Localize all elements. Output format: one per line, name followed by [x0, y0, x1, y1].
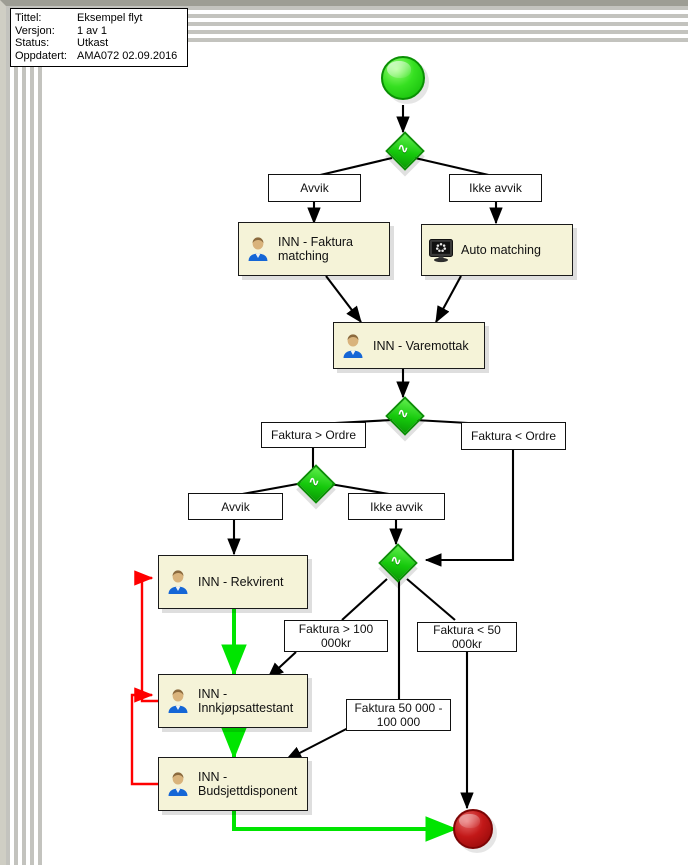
cond-avvik-2[interactable]: Avvik [188, 493, 283, 520]
end-event[interactable] [453, 809, 493, 849]
cond-faktura-storre-ordre[interactable]: Faktura > Ordre [261, 422, 366, 448]
info-value: Eksempel flyt [77, 12, 143, 24]
info-value: AMA072 02.09.2016 [77, 49, 178, 62]
user-icon [165, 569, 191, 595]
monitor-icon [428, 237, 454, 263]
cond-faktura-over-100k[interactable]: Faktura > 100 000kr [284, 620, 388, 652]
cond-label: Ikke avvik [469, 181, 522, 195]
diagram-canvas[interactable]: Tittel: Eksempel flyt Versjon: 1 av 1 St… [0, 0, 688, 865]
user-icon [165, 771, 191, 797]
gateway-glyph: ∿ [308, 474, 320, 490]
task-label: INN - Faktura matching [278, 235, 354, 263]
task-auto-matching[interactable]: Auto matching [421, 224, 573, 276]
info-key: Versjon: [15, 24, 55, 37]
cond-label: Faktura 50 000 - 100 000 [354, 701, 443, 729]
cond-label: Faktura > 100 000kr [298, 622, 374, 650]
gateway-3[interactable]: ∿ [296, 464, 336, 504]
task-innkjopsattestant[interactable]: INN - Innkjøpsattestant [158, 674, 308, 728]
cond-label: Ikke avvik [370, 499, 423, 514]
task-label: INN - Rekvirent [198, 575, 284, 589]
gateway-2[interactable]: ∿ [385, 396, 425, 436]
cond-faktura-50-100k[interactable]: Faktura 50 000 - 100 000 [346, 699, 451, 731]
task-label: Auto matching [461, 243, 541, 257]
info-value: 1 av 1 [77, 24, 107, 37]
cond-ikke-avvik-2[interactable]: Ikke avvik [348, 493, 445, 520]
cond-label: Faktura > Ordre [270, 428, 357, 442]
gateway-glyph: ∿ [397, 406, 409, 422]
gateway-4[interactable]: ∿ [378, 543, 418, 583]
cond-faktura-under-50k[interactable]: Faktura < 50 000kr [417, 622, 517, 652]
task-label: INN - Budsjettdisponent [198, 770, 298, 798]
cond-label: Avvik [221, 499, 250, 514]
info-key: Status: [15, 37, 50, 49]
cond-faktura-mindre-ordre[interactable]: Faktura < Ordre [461, 422, 566, 450]
cond-label: Faktura < 50 000kr [433, 623, 501, 651]
user-icon [340, 333, 366, 359]
task-rekvirent[interactable]: INN - Rekvirent [158, 555, 308, 609]
document-info-box: Tittel: Eksempel flyt Versjon: 1 av 1 St… [10, 8, 188, 67]
task-varemottak[interactable]: INN - Varemottak [333, 322, 485, 369]
info-row: Versjon: 1 av 1 [15, 25, 177, 38]
task-label: INN - Varemottak [373, 338, 469, 353]
info-row: Oppdatert: AMA072 02.09.2016 [15, 50, 177, 63]
task-budsjettdisponent[interactable]: INN - Budsjettdisponent [158, 757, 308, 811]
cond-label: Faktura < Ordre [470, 429, 557, 443]
user-icon [245, 236, 271, 262]
cond-ikke-avvik-1[interactable]: Ikke avvik [449, 174, 542, 202]
gateway-1[interactable]: ∿ [385, 131, 425, 171]
user-icon [165, 688, 191, 714]
gateway-glyph: ∿ [397, 141, 409, 157]
info-row: Tittel: Eksempel flyt [15, 12, 177, 25]
info-key: Tittel: [15, 12, 42, 24]
task-faktura-matching[interactable]: INN - Faktura matching [238, 222, 390, 276]
start-event[interactable] [381, 56, 425, 100]
info-key: Oppdatert: [15, 49, 67, 62]
task-label: INN - Innkjøpsattestant [198, 687, 294, 715]
cond-avvik-1[interactable]: Avvik [268, 174, 361, 202]
cond-label: Avvik [300, 181, 329, 195]
info-value: Utkast [77, 37, 109, 49]
info-row: Status: Utkast [15, 37, 177, 50]
gateway-glyph: ∿ [390, 553, 402, 569]
